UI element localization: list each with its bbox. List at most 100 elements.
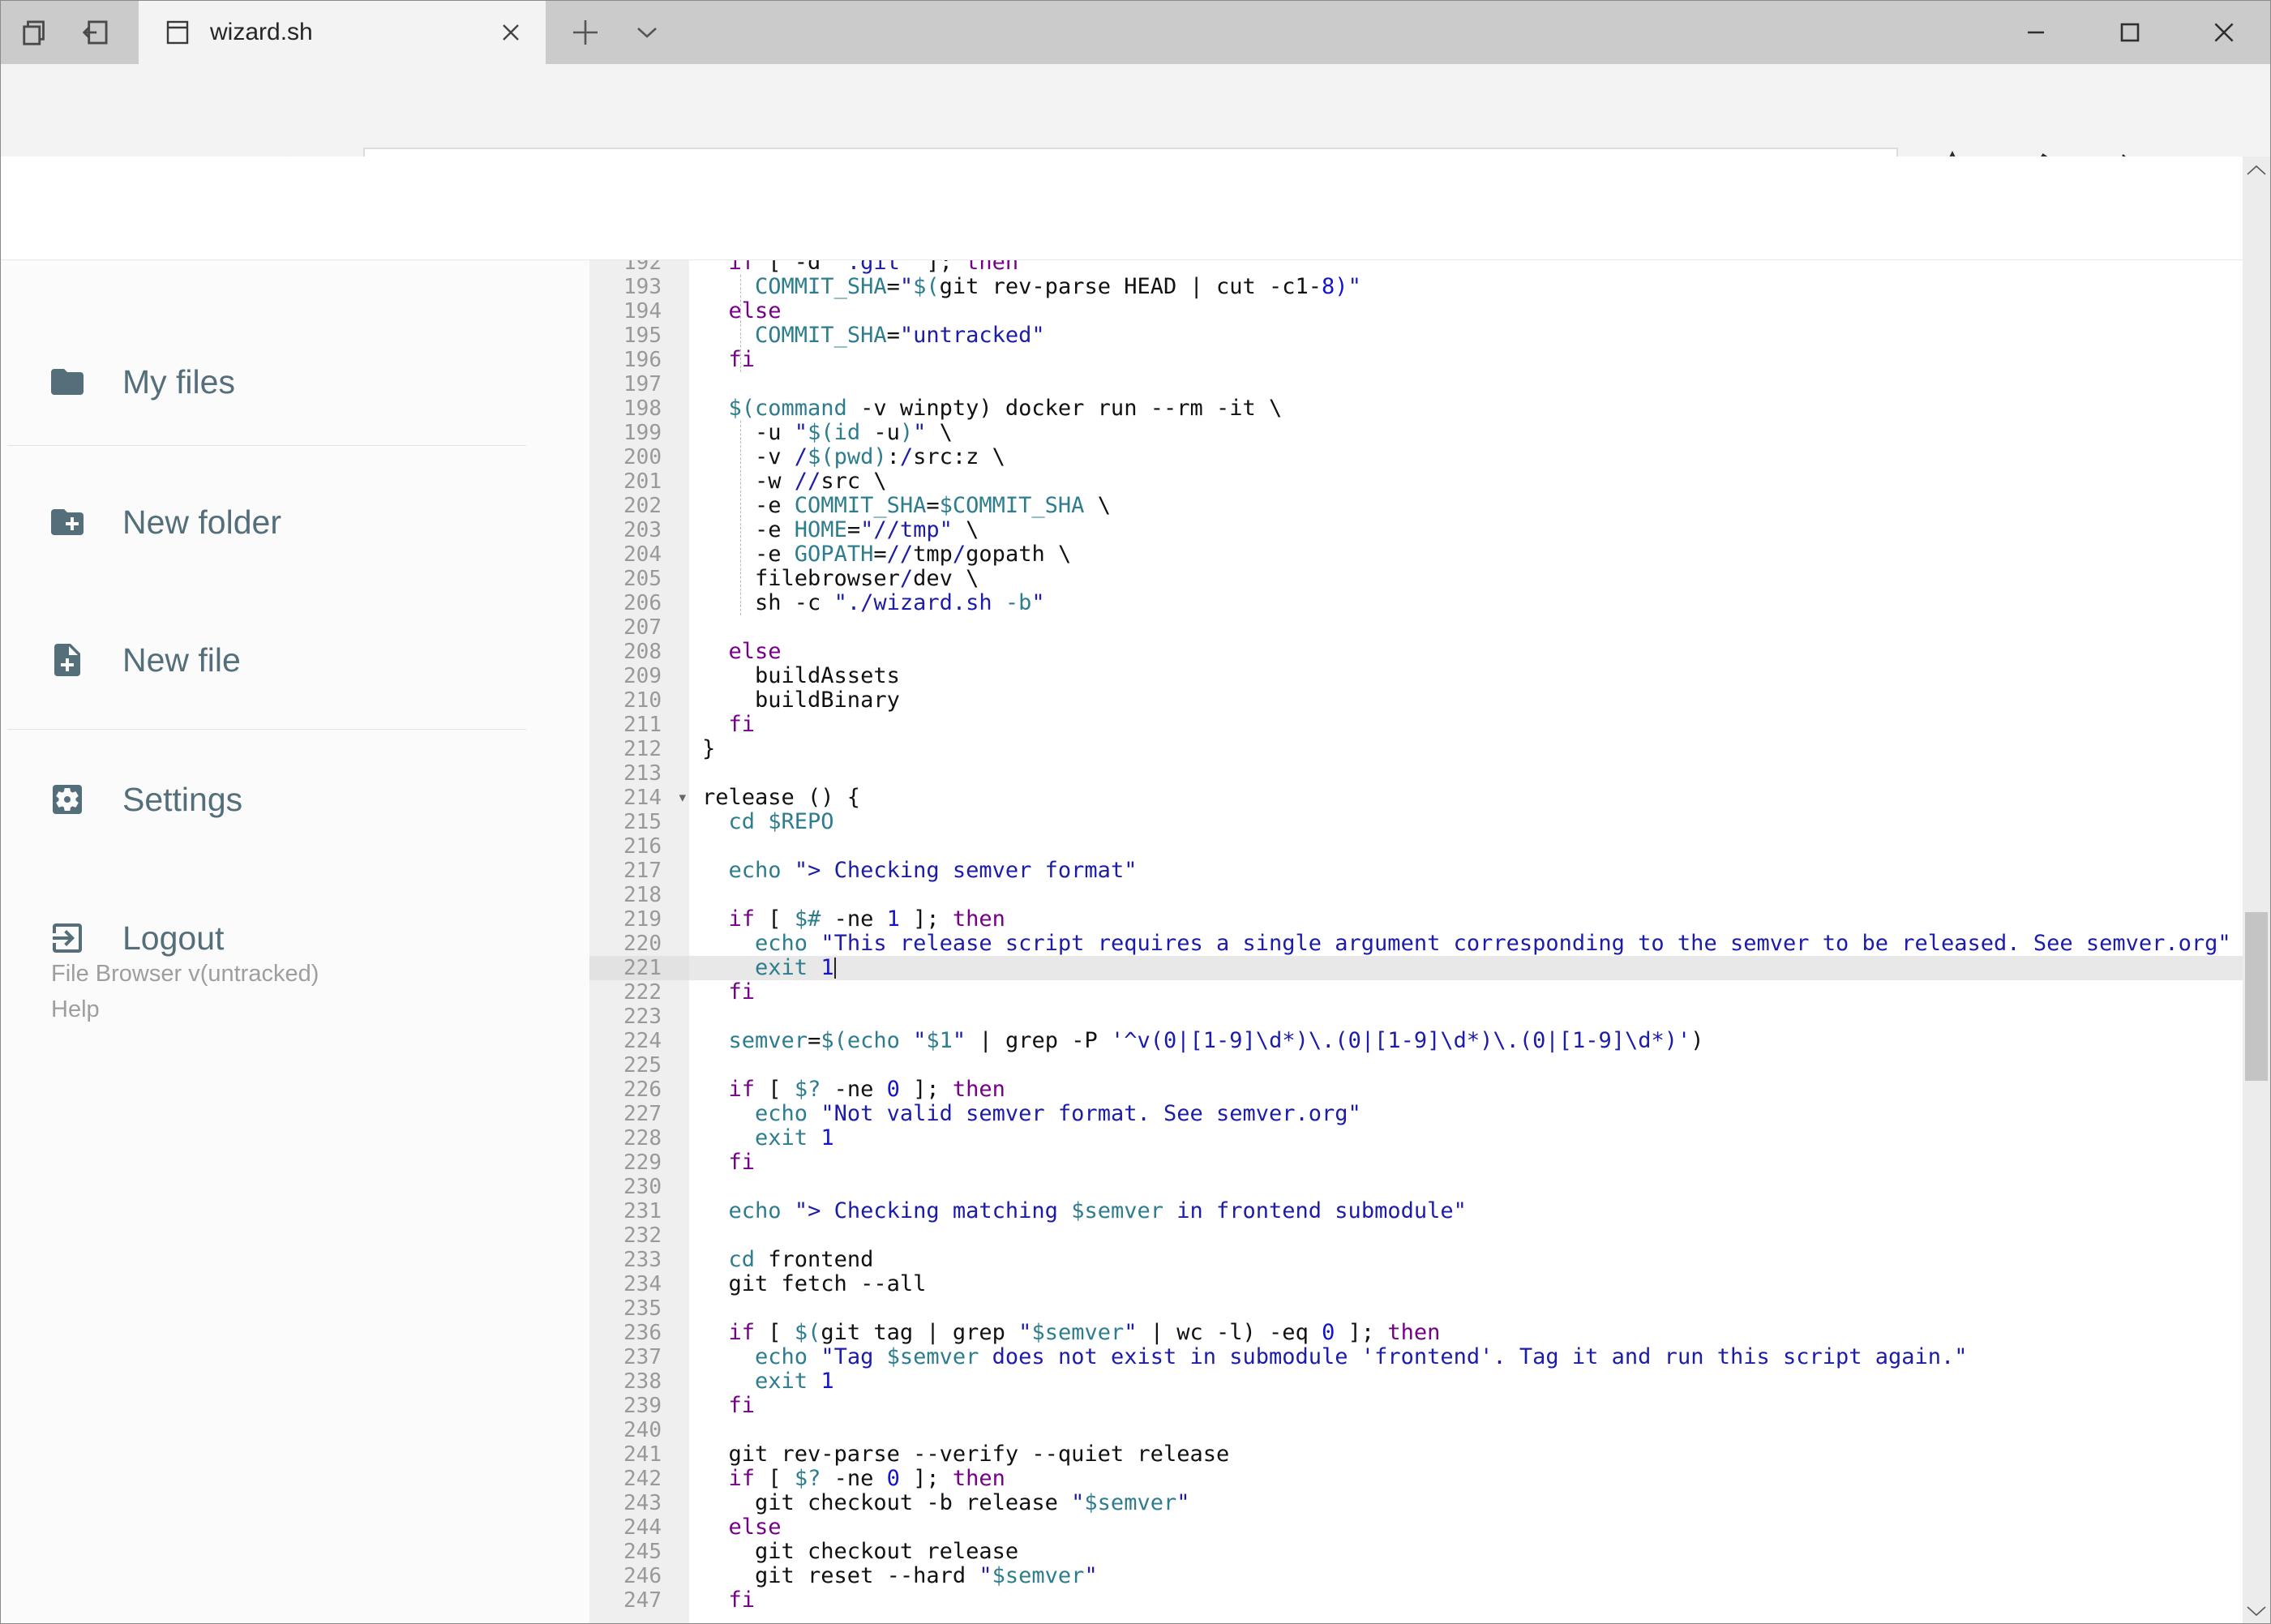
code-line[interactable]: git checkout -b release "$semver"	[689, 1491, 2244, 1515]
browser-tab[interactable]: wizard.sh	[139, 1, 546, 64]
line-number: 201	[623, 469, 662, 494]
code-line[interactable]	[689, 615, 2244, 640]
line-number: 226	[623, 1078, 662, 1102]
code-line[interactable]	[689, 1053, 2244, 1078]
minimize-icon[interactable]	[1999, 7, 2073, 58]
sidebar-item-my-files[interactable]: My files	[1, 343, 568, 421]
scroll-down-icon[interactable]	[2246, 1604, 2267, 1618]
sidebar: My files New folder New file Settings Lo…	[1, 260, 589, 1623]
set-aside-tabs-icon[interactable]	[20, 17, 51, 48]
line-number: 209	[623, 664, 662, 688]
code-line[interactable]	[689, 1223, 2244, 1248]
code-line[interactable]: git fetch --all	[689, 1272, 2244, 1296]
new-tab-icon[interactable]	[568, 15, 602, 49]
sidebar-item-label: Settings	[122, 780, 243, 818]
line-number: 207	[623, 615, 662, 640]
code-line[interactable]: echo "Tag $semver does not exist in subm…	[689, 1345, 2244, 1369]
line-number: 236	[623, 1321, 662, 1345]
code-line[interactable]	[689, 761, 2244, 786]
code-line[interactable]: git checkout release	[689, 1540, 2244, 1564]
code-line[interactable]: else	[689, 640, 2244, 664]
code-line[interactable]	[689, 372, 2244, 396]
code-line[interactable]: COMMIT_SHA="$(git rev-parse HEAD | cut -…	[689, 275, 2244, 299]
code-line[interactable]: echo "> Checking matching $semver in fro…	[689, 1199, 2244, 1223]
line-number: 232	[623, 1223, 662, 1248]
code-line[interactable]: fi	[689, 713, 2244, 737]
line-number: 233	[623, 1248, 662, 1272]
app-version: File Browser v(untracked)	[51, 961, 319, 987]
line-number: 208	[623, 640, 662, 664]
close-icon[interactable]	[2187, 7, 2261, 58]
tab-preview-icon[interactable]	[80, 17, 111, 48]
code-line[interactable]: -e HOME="//tmp" \	[689, 518, 2244, 542]
line-number: 219	[623, 907, 662, 932]
sidebar-item-settings[interactable]: Settings	[1, 761, 568, 838]
scroll-up-icon[interactable]	[2246, 163, 2267, 178]
code-line[interactable]: if [ -d ".git" ]; then	[689, 260, 2244, 275]
code-line[interactable]: else	[689, 299, 2244, 324]
code-line[interactable]: -w //src \	[689, 469, 2244, 494]
code-line[interactable]: exit 1	[689, 956, 2244, 980]
code-line[interactable]: sh -c "./wizard.sh -b"	[689, 591, 2244, 615]
fold-marker-icon[interactable]: ▾	[679, 786, 686, 810]
code-line[interactable]	[689, 834, 2244, 859]
code-line[interactable]: filebrowser/dev \	[689, 567, 2244, 591]
code-line[interactable]: fi	[689, 1394, 2244, 1418]
page-scrollbar[interactable]	[2243, 156, 2270, 1623]
code-line[interactable]: if [ $? -ne 0 ]; then	[689, 1467, 2244, 1491]
code-line[interactable]: fi	[689, 1151, 2244, 1175]
code-line[interactable]: exit 1	[689, 1126, 2244, 1151]
code-line[interactable]: git reset --hard "$semver"	[689, 1564, 2244, 1588]
code-line[interactable]: cd $REPO	[689, 810, 2244, 834]
line-number: 246	[623, 1564, 662, 1588]
code-line[interactable]: echo "This release script requires a sin…	[689, 932, 2244, 956]
line-number: 228	[623, 1126, 662, 1151]
code-line[interactable]: COMMIT_SHA="untracked"	[689, 324, 2244, 348]
code-line[interactable]: if [ $? -ne 0 ]; then	[689, 1078, 2244, 1102]
line-number: 222	[623, 980, 662, 1005]
code-line[interactable]: if [ $# -ne 1 ]; then	[689, 907, 2244, 932]
line-number: 198	[623, 396, 662, 421]
code-line[interactable]: buildBinary	[689, 688, 2244, 713]
code-line[interactable]: semver=$(echo "$1" | grep -P '^v(0|[1-9]…	[689, 1029, 2244, 1053]
code-line[interactable]: fi	[689, 348, 2244, 372]
code-line[interactable]: exit 1	[689, 1369, 2244, 1394]
code-line[interactable]: git rev-parse --verify --quiet release	[689, 1442, 2244, 1467]
code-line[interactable]: $(command -v winpty) docker run --rm -it…	[689, 396, 2244, 421]
code-line[interactable]: cd frontend	[689, 1248, 2244, 1272]
code-line[interactable]: if [ $(git tag | grep "$semver" | wc -l)…	[689, 1321, 2244, 1345]
code-line[interactable]	[689, 1296, 2244, 1321]
tabs-menu-icon[interactable]	[635, 22, 659, 43]
line-number: 202	[623, 494, 662, 518]
code-editor[interactable]: 192 193 194 195 196 197 198 199 200 201 202 203 204 2…	[589, 260, 2244, 1623]
sidebar-item-new-folder[interactable]: New folder	[1, 483, 568, 561]
code-line[interactable]	[689, 1175, 2244, 1199]
code-line[interactable]: echo "Not valid semver format. See semve…	[689, 1102, 2244, 1126]
sidebar-divider	[7, 445, 526, 446]
close-tab-icon[interactable]	[500, 22, 521, 43]
line-number: 223	[623, 1005, 662, 1029]
code-line[interactable]	[689, 1418, 2244, 1442]
line-number: 205	[623, 567, 662, 591]
code-line[interactable]: release () {	[689, 786, 2244, 810]
code-line[interactable]: fi	[689, 1588, 2244, 1613]
line-number: 245	[623, 1540, 662, 1564]
scrollbar-thumb[interactable]	[2245, 912, 2268, 1081]
code-line[interactable]: fi	[689, 980, 2244, 1005]
maximize-icon[interactable]	[2093, 7, 2167, 58]
code-line[interactable]: -e GOPATH=//tmp/gopath \	[689, 542, 2244, 567]
code-line[interactable]	[689, 1005, 2244, 1029]
code-line[interactable]: -v /$(pwd):/src:z \	[689, 445, 2244, 469]
help-link[interactable]: Help	[51, 992, 100, 1027]
code-line[interactable]: else	[689, 1515, 2244, 1540]
sidebar-item-new-file[interactable]: New file	[1, 621, 568, 699]
code-line[interactable]: echo "> Checking semver format"	[689, 859, 2244, 883]
code-line[interactable]: }	[689, 737, 2244, 761]
code-line[interactable]: -u "$(id -u)" \	[689, 421, 2244, 445]
code-line[interactable]: buildAssets	[689, 664, 2244, 688]
line-number: 197	[623, 372, 662, 396]
code-line[interactable]	[689, 883, 2244, 907]
code-line[interactable]: -e COMMIT_SHA=$COMMIT_SHA \	[689, 494, 2244, 518]
settings-icon	[53, 785, 82, 814]
line-number: 210	[623, 688, 662, 713]
